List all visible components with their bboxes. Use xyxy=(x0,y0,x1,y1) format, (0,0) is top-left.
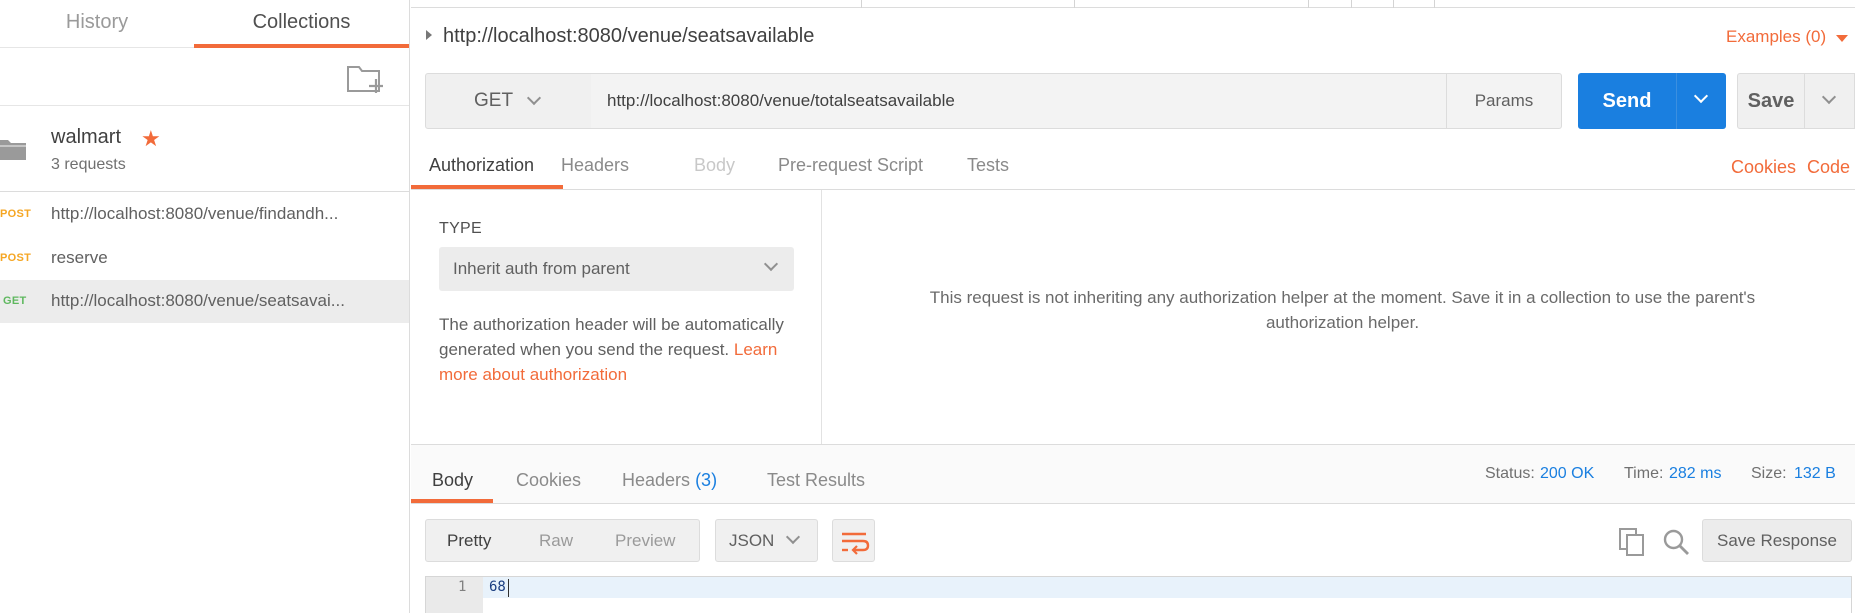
auth-type-label: TYPE xyxy=(439,220,482,237)
save-options-button[interactable] xyxy=(1804,73,1855,129)
params-button[interactable]: Params xyxy=(1446,73,1562,129)
method-badge: GET xyxy=(3,295,27,307)
line-number: 1 xyxy=(458,579,467,595)
response-tab-test-results[interactable]: Test Results xyxy=(767,470,865,491)
response-body-editor[interactable]: 1 68 xyxy=(425,576,1852,613)
url-input[interactable] xyxy=(591,73,1447,129)
sidebar-request-item[interactable]: POST http://localhost:8080/venue/findand… xyxy=(0,193,409,236)
size-label: Size: xyxy=(1751,465,1787,482)
active-tab-indicator xyxy=(411,185,563,189)
chevron-down-icon xyxy=(785,529,801,545)
chevron-down-icon xyxy=(526,90,542,106)
format-raw[interactable]: Raw xyxy=(539,531,573,551)
status-value[interactable]: 200 OK xyxy=(1540,465,1594,483)
sidebar-tabs: History Collections xyxy=(0,0,409,48)
copy-icon[interactable] xyxy=(1619,528,1645,556)
method-badge: POST xyxy=(0,252,32,264)
tab-divider xyxy=(1074,0,1075,8)
auth-message: This request is not inheriting any autho… xyxy=(929,288,1756,332)
chevron-down-icon xyxy=(1693,88,1709,104)
wrap-lines-icon xyxy=(842,532,870,555)
text-cursor xyxy=(508,579,509,597)
auth-description: The authorization header will be automat… xyxy=(439,312,799,387)
sidebar-request-item[interactable]: POST reserve xyxy=(0,237,409,280)
format-toggle-group: Pretty Raw Preview xyxy=(425,519,700,562)
examples-dropdown[interactable]: Examples (0) xyxy=(1726,27,1826,47)
save-response-button[interactable]: Save Response xyxy=(1702,519,1852,562)
response-tab-cookies[interactable]: Cookies xyxy=(516,470,581,491)
request-name: http://localhost:8080/venue/findandh... xyxy=(51,204,339,223)
sidebar-toolbar xyxy=(0,48,409,106)
sidebar-request-item-selected[interactable]: GET http://localhost:8080/venue/seatsava… xyxy=(0,280,409,323)
save-button[interactable]: Save xyxy=(1737,73,1805,129)
method-select[interactable]: GET xyxy=(425,73,592,129)
tab-body[interactable]: Body xyxy=(694,155,735,176)
auth-type-value: Inherit auth from parent xyxy=(453,259,630,278)
send-options-button[interactable] xyxy=(1676,73,1726,129)
tab-collections[interactable]: Collections xyxy=(194,0,409,48)
new-collection-icon[interactable] xyxy=(346,62,386,94)
collection-walmart[interactable]: walmart ★ 3 requests xyxy=(0,106,409,192)
time-value[interactable]: 282 ms xyxy=(1669,465,1721,483)
method-value: GET xyxy=(474,90,514,111)
tab-divider xyxy=(861,0,862,8)
cookies-link[interactable]: Cookies xyxy=(1731,157,1796,178)
tab-tests[interactable]: Tests xyxy=(967,155,1009,176)
collection-request-count: 3 requests xyxy=(51,156,126,173)
line-gutter: 1 xyxy=(426,577,483,613)
request-tab-strip xyxy=(411,0,1855,8)
language-value: JSON xyxy=(729,531,775,550)
tab-history[interactable]: History xyxy=(0,0,194,48)
headers-count-badge: (3) xyxy=(695,470,718,490)
chevron-down-icon xyxy=(763,256,779,272)
format-preview[interactable]: Preview xyxy=(615,531,675,551)
status-label: Status: xyxy=(1485,465,1535,482)
active-line-highlight xyxy=(483,577,1851,598)
search-icon[interactable] xyxy=(1662,528,1690,556)
language-select[interactable]: JSON xyxy=(715,519,818,562)
size-value[interactable]: 132 B xyxy=(1794,465,1836,483)
request-sub-tabs: Authorization Headers Body Pre-request S… xyxy=(411,147,1855,190)
request-title[interactable]: http://localhost:8080/venue/seatsavailab… xyxy=(443,25,814,48)
request-name: http://localhost:8080/venue/seatsavai... xyxy=(51,291,345,310)
folder-icon xyxy=(0,140,26,160)
response-tab-body[interactable]: Body xyxy=(432,470,473,491)
time-label: Time: xyxy=(1624,465,1664,482)
caret-down-icon[interactable] xyxy=(1836,35,1848,42)
tab-headers[interactable]: Headers xyxy=(561,155,629,176)
expand-caret-icon[interactable] xyxy=(426,30,432,40)
response-tab-headers[interactable]: Headers (3) xyxy=(622,470,717,491)
method-badge: POST xyxy=(0,208,32,220)
auth-type-select[interactable]: Inherit auth from parent xyxy=(439,247,794,291)
auth-description-text: The authorization header will be automat… xyxy=(439,315,784,359)
star-icon[interactable]: ★ xyxy=(141,128,161,150)
chevron-down-icon xyxy=(1821,89,1837,105)
format-pretty[interactable]: Pretty xyxy=(447,531,491,551)
request-name: reserve xyxy=(51,248,108,267)
tab-pre-request-script[interactable]: Pre-request Script xyxy=(778,155,923,176)
tab-divider xyxy=(1308,0,1309,8)
code-link[interactable]: Code xyxy=(1807,157,1850,178)
tab-divider xyxy=(1434,0,1435,8)
collection-name: walmart xyxy=(51,126,122,148)
tab-authorization[interactable]: Authorization xyxy=(429,155,534,176)
response-tab-headers-label: Headers xyxy=(622,470,691,490)
tab-divider xyxy=(1393,0,1394,8)
active-response-tab-indicator xyxy=(411,499,493,503)
sidebar: History Collections walmart ★ 3 requests… xyxy=(0,0,410,613)
wrap-lines-button[interactable] xyxy=(832,519,875,562)
tab-divider xyxy=(1351,0,1352,8)
code-line: 68 xyxy=(489,579,506,595)
send-button[interactable]: Send xyxy=(1578,73,1676,129)
